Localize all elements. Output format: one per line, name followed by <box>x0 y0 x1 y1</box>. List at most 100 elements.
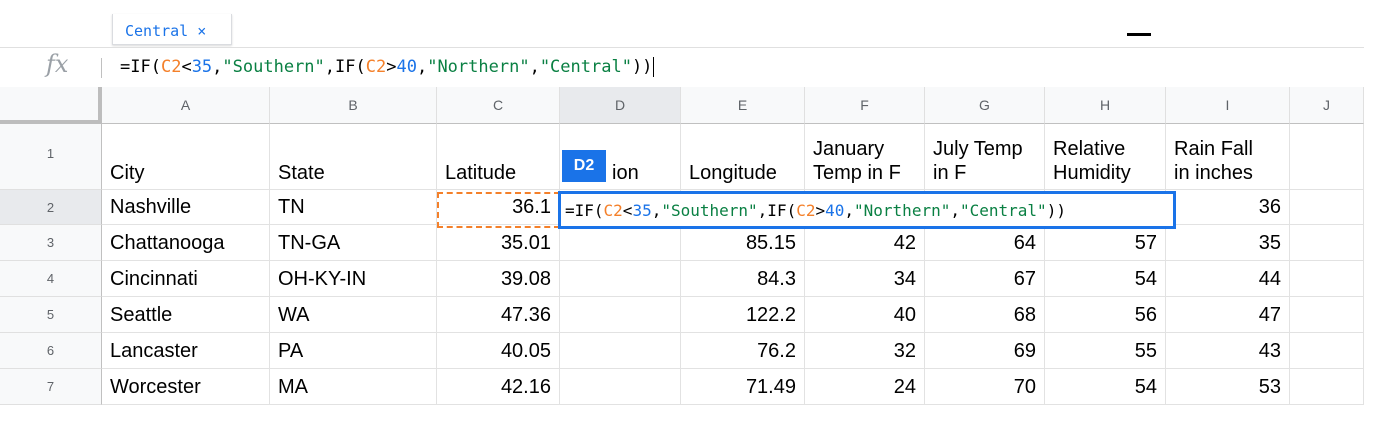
cell-h3[interactable]: 57 <box>1045 225 1166 261</box>
column-header-b[interactable]: B <box>270 87 437 124</box>
cell-text: Humidity <box>1053 162 1131 184</box>
cell-i4[interactable]: 44 <box>1166 261 1290 297</box>
row-header-7[interactable]: 7 <box>0 369 102 405</box>
cell-text: 40.05 <box>500 340 551 362</box>
cell-a7[interactable]: Worcester <box>102 369 270 405</box>
cell-b4[interactable]: OH-KY-IN <box>270 261 437 297</box>
cell-h7[interactable]: 54 <box>1045 369 1166 405</box>
cell-text: 69 <box>1013 340 1036 362</box>
column-header-j[interactable]: J <box>1290 87 1364 124</box>
cell-e5[interactable]: 122.2 <box>681 297 805 333</box>
cell-c3[interactable]: 35.01 <box>437 225 560 261</box>
row-header-4[interactable]: 4 <box>0 261 102 297</box>
cell-i3[interactable]: 35 <box>1166 225 1290 261</box>
column-header-a[interactable]: A <box>102 87 270 124</box>
cell-f4[interactable]: 34 <box>805 261 925 297</box>
cell-e4[interactable]: 84.3 <box>681 261 805 297</box>
column-header-h[interactable]: H <box>1045 87 1166 124</box>
cell-f5[interactable]: 40 <box>805 297 925 333</box>
editor-token: )) <box>1046 201 1066 220</box>
cell-e3[interactable]: 85.15 <box>681 225 805 261</box>
cell-b7[interactable]: MA <box>270 369 437 405</box>
cell-f1[interactable]: January Temp in F <box>805 124 925 190</box>
cell-b6[interactable]: PA <box>270 333 437 369</box>
cell-c5[interactable]: 47.36 <box>437 297 560 333</box>
cell-i1[interactable]: Rain Fall in inches <box>1166 124 1290 190</box>
cell-a5[interactable]: Seattle <box>102 297 270 333</box>
cell-a1[interactable]: City <box>102 124 270 190</box>
cell-j2[interactable] <box>1290 190 1364 225</box>
cell-j5[interactable] <box>1290 297 1364 333</box>
cell-f3[interactable]: 42 <box>805 225 925 261</box>
column-header-g[interactable]: G <box>925 87 1045 124</box>
cell-text: PA <box>278 340 304 362</box>
cell-b2[interactable]: TN <box>270 190 437 225</box>
cell-c6[interactable]: 40.05 <box>437 333 560 369</box>
cell-j3[interactable] <box>1290 225 1364 261</box>
cell-h4[interactable]: 54 <box>1045 261 1166 297</box>
row-header-3[interactable]: 3 <box>0 225 102 261</box>
cell-a3[interactable]: Chattanooga <box>102 225 270 261</box>
cell-h6[interactable]: 55 <box>1045 333 1166 369</box>
autocomplete-tooltip[interactable]: Central × <box>112 14 232 45</box>
cell-text: 54 <box>1134 268 1157 290</box>
formula-input[interactable]: =IF(C2<35,"Southern",IF(C2>40,"Northern"… <box>120 57 655 77</box>
cell-d3[interactable] <box>560 225 681 261</box>
column-header-c[interactable]: C <box>437 87 560 124</box>
cell-e7[interactable]: 71.49 <box>681 369 805 405</box>
cell-g5[interactable]: 68 <box>925 297 1045 333</box>
column-header-d[interactable]: D <box>560 87 681 124</box>
cell-j6[interactable] <box>1290 333 1364 369</box>
cell-h1[interactable]: Relative Humidity <box>1045 124 1166 190</box>
editor-token: "Northern" <box>854 201 951 220</box>
cell-d6[interactable] <box>560 333 681 369</box>
cell-b1[interactable]: State <box>270 124 437 190</box>
cell-j1[interactable] <box>1290 124 1364 190</box>
cell-g4[interactable]: 67 <box>925 261 1045 297</box>
cell-g1[interactable]: July Temp in F <box>925 124 1045 190</box>
cell-d5[interactable] <box>560 297 681 333</box>
row-header-5[interactable]: 5 <box>0 297 102 333</box>
cell-a6[interactable]: Lancaster <box>102 333 270 369</box>
row-header-1[interactable]: 1 <box>0 124 102 190</box>
cell-d7[interactable] <box>560 369 681 405</box>
cell-e1[interactable]: Longitude <box>681 124 805 190</box>
cell-g6[interactable]: 69 <box>925 333 1045 369</box>
cell-c4[interactable]: 39.08 <box>437 261 560 297</box>
select-all-corner[interactable] <box>0 87 102 124</box>
cell-j4[interactable] <box>1290 261 1364 297</box>
cell-i2[interactable]: 36 <box>1166 190 1290 225</box>
cell-text: 85.15 <box>745 232 796 254</box>
cell-c7[interactable]: 42.16 <box>437 369 560 405</box>
row-header-2[interactable]: 2 <box>0 190 102 225</box>
cell-c1[interactable]: Latitude <box>437 124 560 190</box>
cell-b3[interactable]: TN-GA <box>270 225 437 261</box>
row-header-6[interactable]: 6 <box>0 333 102 369</box>
cell-c2[interactable]: 36.1 <box>437 190 560 225</box>
cell-f6[interactable]: 32 <box>805 333 925 369</box>
column-header-e[interactable]: E <box>681 87 805 124</box>
cell-g3[interactable]: 64 <box>925 225 1045 261</box>
cell-a2[interactable]: Nashville <box>102 190 270 225</box>
cell-h5[interactable]: 56 <box>1045 297 1166 333</box>
cell-text: 35.01 <box>500 232 551 254</box>
cell-text: 54 <box>1134 376 1157 398</box>
formula-token: 35 <box>191 57 213 77</box>
cell-i6[interactable]: 43 <box>1166 333 1290 369</box>
editor-token: , <box>651 201 662 220</box>
cell-d4[interactable] <box>560 261 681 297</box>
cell-j7[interactable] <box>1290 369 1364 405</box>
formula-bar[interactable]: fx =IF(C2<35,"Southern",IF(C2>40,"Northe… <box>0 47 1364 88</box>
editor-token: ,IF( <box>757 201 797 220</box>
column-header-f[interactable]: F <box>805 87 925 124</box>
cell-f7[interactable]: 24 <box>805 369 925 405</box>
cell-a4[interactable]: Cincinnati <box>102 261 270 297</box>
toolbar-area: Central × <box>0 0 1382 46</box>
cell-i5[interactable]: 47 <box>1166 297 1290 333</box>
cell-editor[interactable]: =IF(C2<35,"Southern",IF(C2>40,"Northern"… <box>558 191 1176 229</box>
cell-g7[interactable]: 70 <box>925 369 1045 405</box>
cell-i7[interactable]: 53 <box>1166 369 1290 405</box>
cell-b5[interactable]: WA <box>270 297 437 333</box>
column-header-i[interactable]: I <box>1166 87 1290 124</box>
cell-e6[interactable]: 76.2 <box>681 333 805 369</box>
